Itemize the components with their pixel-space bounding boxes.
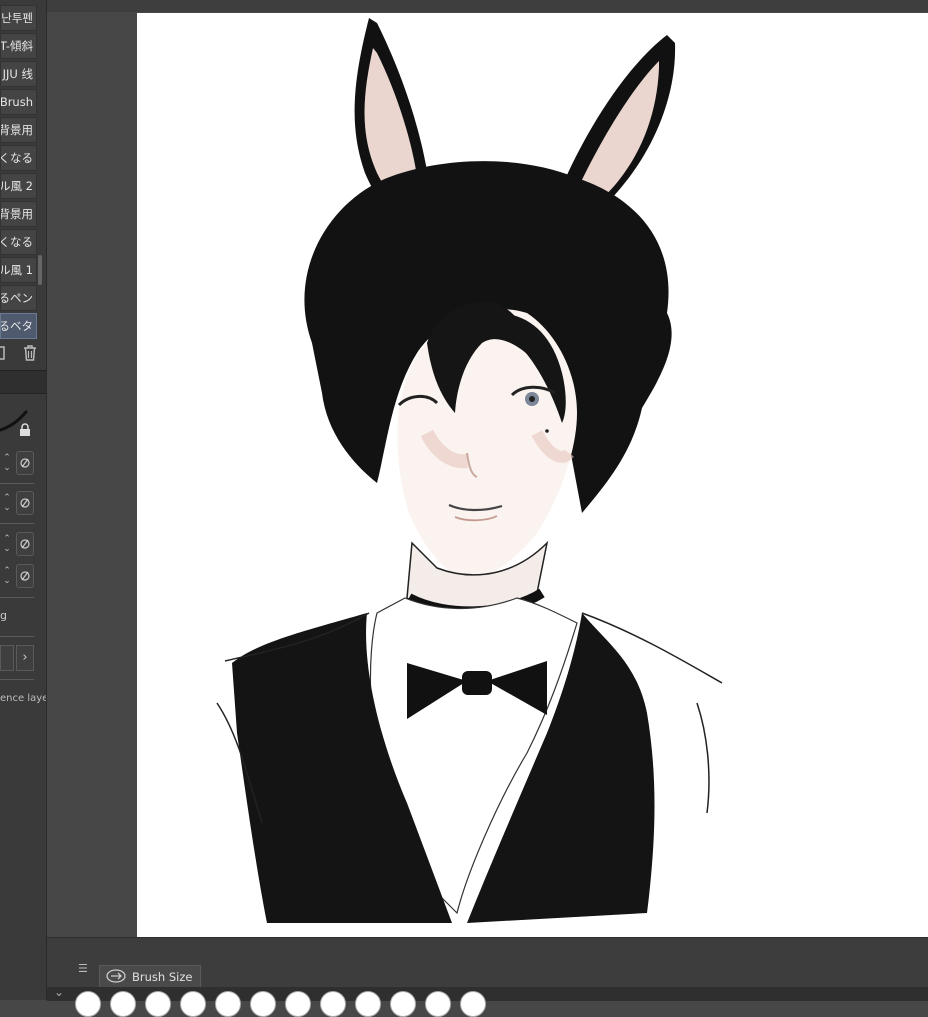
property-label: g xyxy=(0,609,7,622)
artwork-illustration xyxy=(216,18,723,923)
brush-size-preset[interactable] xyxy=(110,991,136,1017)
sub-tool-item[interactable]: JJU 线 xyxy=(0,61,37,87)
divider xyxy=(0,597,34,598)
pressure-toggle-button[interactable] xyxy=(16,491,34,515)
panel-divider xyxy=(0,370,46,394)
brush-size-preset[interactable] xyxy=(390,991,416,1017)
brush-size-preset[interactable] xyxy=(145,991,171,1017)
sub-tool-item[interactable]: Brush xyxy=(0,89,37,115)
duplicate-icon[interactable] xyxy=(0,345,6,365)
spinner-arrows-icon[interactable]: ⌃ ⌄ xyxy=(0,534,14,556)
brush-size-preset[interactable] xyxy=(180,991,206,1017)
property-row: ⌃ ⌄ xyxy=(0,532,40,558)
property-row: ⌃ ⌄ xyxy=(0,451,40,477)
brush-size-preset[interactable] xyxy=(215,991,241,1017)
sub-tool-item[interactable]: 背景用 xyxy=(0,117,37,143)
nav-buttons: › xyxy=(0,643,36,673)
spinner-arrows-icon[interactable]: ⌃ ⌄ xyxy=(0,566,14,588)
palette-menu-icon[interactable]: ☰ xyxy=(78,963,90,974)
sub-tool-item[interactable]: るペン xyxy=(0,285,37,311)
lock-icon[interactable] xyxy=(18,422,32,441)
top-bar xyxy=(47,0,928,12)
divider xyxy=(0,679,34,680)
pressure-toggle-button[interactable] xyxy=(16,532,34,556)
sub-tool-item[interactable]: くなる xyxy=(0,145,37,171)
sub-tool-actions xyxy=(0,342,46,366)
brush-size-preset[interactable] xyxy=(285,991,311,1017)
brush-size-preset[interactable] xyxy=(75,991,101,1017)
divider xyxy=(0,483,34,484)
brush-size-preset[interactable] xyxy=(320,991,346,1017)
brush-stroke-preview xyxy=(0,400,40,440)
sub-tool-item[interactable]: 背景用 xyxy=(0,201,37,227)
drawing-canvas[interactable] xyxy=(137,13,928,937)
spinner-arrows-icon[interactable]: ⌃ ⌄ xyxy=(0,453,14,475)
brush-size-icon xyxy=(106,968,126,986)
sub-tool-item[interactable]: 난투펜 xyxy=(0,5,37,31)
brush-size-preset[interactable] xyxy=(425,991,451,1017)
sub-tool-item[interactable]: くなる xyxy=(0,229,37,255)
property-row: ⌃ ⌄ xyxy=(0,491,40,517)
reference-layer-label: ence laye xyxy=(0,693,47,704)
sub-tool-item[interactable]: ル風 2 xyxy=(0,173,37,199)
brush-size-preset[interactable] xyxy=(355,991,381,1017)
property-row: ⌃ ⌄ xyxy=(0,564,40,590)
brush-size-preset[interactable] xyxy=(460,991,486,1017)
divider xyxy=(0,636,34,637)
brush-size-presets xyxy=(75,991,486,1017)
sub-tool-panel: 난투펜 T-傾斜 JJU 线 Brush 背景用 くなる ル風 2 背景用 くな… xyxy=(0,0,47,1000)
brush-size-preset[interactable] xyxy=(250,991,276,1017)
pressure-toggle-button[interactable] xyxy=(16,564,34,588)
sub-tool-item[interactable]: ル風 1 xyxy=(0,257,37,283)
option-swatch[interactable] xyxy=(0,645,14,671)
brush-size-tab-label: Brush Size xyxy=(132,970,193,984)
brush-size-tab[interactable]: Brush Size xyxy=(99,965,202,988)
sub-tool-list-scrollbar[interactable] xyxy=(38,255,42,285)
chevron-right-icon[interactable]: › xyxy=(16,645,34,671)
chevron-down-icon[interactable]: ⌄ xyxy=(54,985,64,999)
pressure-toggle-button[interactable] xyxy=(16,451,34,475)
sub-tool-list: 난투펜 T-傾斜 JJU 线 Brush 背景用 くなる ル風 2 背景用 くな… xyxy=(0,5,37,341)
sub-tool-item[interactable]: T-傾斜 xyxy=(0,33,37,59)
divider xyxy=(0,523,34,524)
sub-tool-item-selected[interactable]: るベタ xyxy=(0,313,37,339)
spinner-arrows-icon[interactable]: ⌃ ⌄ xyxy=(0,493,14,515)
bottom-palette: ☰ Brush Size ⌄ xyxy=(47,937,928,1017)
trash-icon[interactable] xyxy=(22,344,38,366)
